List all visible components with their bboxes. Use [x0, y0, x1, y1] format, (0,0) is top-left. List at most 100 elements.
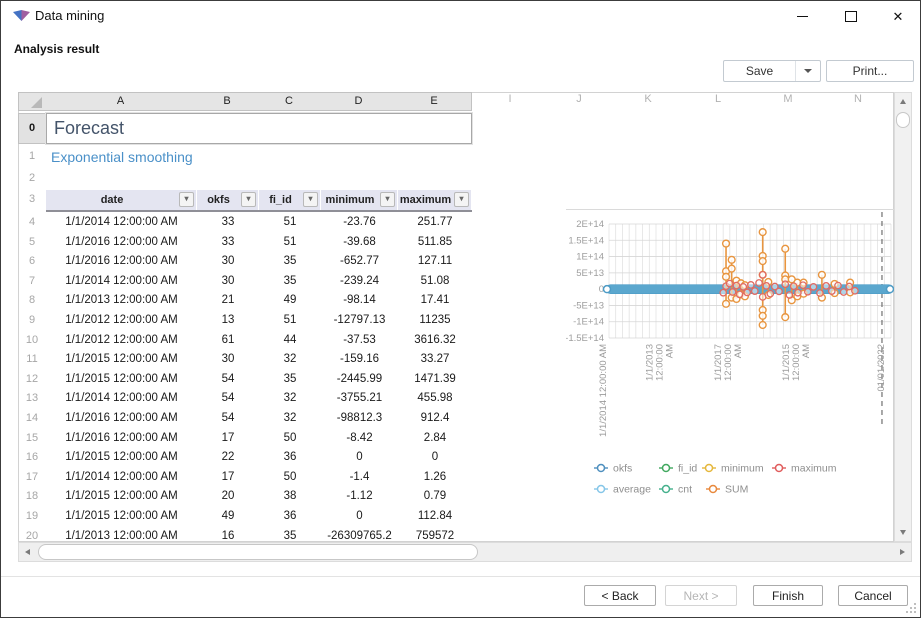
row-header[interactable]: 15	[18, 428, 46, 448]
scroll-left-button[interactable]	[19, 543, 36, 561]
field-header-maximum[interactable]: maximum▾	[398, 190, 472, 210]
save-dropdown-arrow-icon[interactable]	[796, 69, 820, 73]
row-header-0[interactable]: 0	[18, 113, 46, 144]
column-letter-M: M	[768, 93, 808, 105]
svg-text:-1.5E+14: -1.5E+14	[566, 333, 604, 344]
table-row: 191/1/2015 12:00:00 AM49360112.84	[18, 506, 472, 526]
table-row: 131/1/2014 12:00:00 AM5432-3755.21455.98	[18, 388, 472, 408]
row-header[interactable]: 19	[18, 506, 46, 526]
row-header[interactable]: 16	[18, 447, 46, 467]
field-header-fi_id[interactable]: fi_id▾	[259, 190, 321, 210]
table-cell: 17	[197, 428, 259, 448]
table-row: 101/1/2012 12:00:00 AM6144-37.533616.32	[18, 330, 472, 350]
column-letter-C[interactable]: C	[258, 92, 321, 111]
table-cell: 17.41	[398, 290, 472, 310]
print-button[interactable]: Print...	[826, 60, 914, 82]
row-header-3[interactable]: 3	[18, 193, 46, 205]
field-header-label: date	[101, 194, 124, 206]
vertical-scrollbar[interactable]	[894, 92, 912, 542]
next-button[interactable]: Next >	[665, 585, 737, 606]
table-cell: 1/1/2015 12:00:00 AM	[46, 447, 197, 467]
back-button[interactable]: < Back	[584, 585, 656, 606]
field-header-minimum[interactable]: minimum▾	[321, 190, 398, 210]
column-letter-A[interactable]: A	[45, 92, 197, 111]
horizontal-scroll-thumb[interactable]	[38, 544, 478, 560]
table-cell: -8.42	[321, 428, 398, 448]
method-subtitle-cell[interactable]: Exponential smoothing	[51, 149, 193, 165]
table-cell: 50	[259, 428, 321, 448]
svg-text:fi_id: fi_id	[678, 463, 697, 475]
table-row: 181/1/2015 12:00:00 AM2038-1.120.79	[18, 486, 472, 506]
table-row: 201/1/2013 12:00:00 AM1635-26309765.2759…	[18, 526, 472, 542]
field-header-okfs[interactable]: okfs ▾	[197, 190, 259, 210]
page-title: Analysis result	[14, 42, 99, 56]
stem-series	[723, 229, 854, 329]
x-axis-labels: 1/1/2014 12:00:00 AM1/1/201312:00:00AM1/…	[598, 344, 887, 437]
vertical-scroll-thumb[interactable]	[896, 112, 910, 128]
filter-dropdown-okfs[interactable]: ▾	[241, 192, 256, 207]
table-cell: 44	[259, 330, 321, 350]
column-letter-B[interactable]: B	[196, 92, 259, 111]
resize-grip[interactable]	[904, 601, 916, 613]
row-header[interactable]: 4	[18, 212, 46, 232]
filter-dropdown-date[interactable]: ▾	[179, 192, 194, 207]
table-cell: 1/1/2014 12:00:00 AM	[46, 388, 197, 408]
finish-button[interactable]: Finish	[753, 585, 823, 606]
y-axis-labels: 2E+141.5E+141E+145E+130-5E+13-1E+14-1.5E…	[566, 219, 604, 344]
svg-text:AM: AM	[733, 344, 744, 358]
row-header-2[interactable]: 2	[18, 172, 46, 184]
minimize-button[interactable]	[785, 1, 819, 31]
titlebar[interactable]: Data mining ✕	[1, 1, 920, 31]
grid-corner-cell[interactable]	[18, 92, 46, 111]
save-button[interactable]: Save	[723, 60, 821, 82]
table-cell: 1/1/2013 12:00:00 AM	[46, 290, 197, 310]
forecast-title-cell[interactable]: Forecast	[46, 113, 472, 144]
cancel-button[interactable]: Cancel	[838, 585, 908, 606]
row-header[interactable]: 10	[18, 330, 46, 350]
table-cell: -98.14	[321, 290, 398, 310]
table-cell: -26309765.2	[321, 526, 398, 542]
row-header[interactable]: 13	[18, 388, 46, 408]
table-cell: 1/1/2012 12:00:00 AM	[46, 330, 197, 350]
field-header-date[interactable]: date ▾	[46, 190, 197, 210]
row-header[interactable]: 5	[18, 232, 46, 252]
svg-text:5E+13: 5E+13	[576, 268, 604, 279]
table-cell: 112.84	[398, 506, 472, 526]
row-header[interactable]: 18	[18, 486, 46, 506]
table-cell: 511.85	[398, 232, 472, 252]
column-letter-E[interactable]: E	[397, 92, 472, 111]
table-cell: 0	[398, 447, 472, 467]
field-header-label: okfs	[207, 194, 230, 206]
row-header[interactable]: 14	[18, 408, 46, 428]
table-cell: 33	[197, 232, 259, 252]
app-icon	[13, 10, 30, 23]
row-header-1[interactable]: 1	[18, 150, 46, 162]
svg-text:average: average	[613, 484, 651, 496]
row-header[interactable]: 8	[18, 290, 46, 310]
table-cell: -159.16	[321, 349, 398, 369]
table-cell: 30	[197, 271, 259, 291]
filter-dropdown-fi_id[interactable]: ▾	[303, 192, 318, 207]
filter-dropdown-maximum[interactable]: ▾	[454, 192, 469, 207]
scroll-right-button[interactable]	[894, 543, 911, 561]
table-cell: 35	[259, 271, 321, 291]
horizontal-scrollbar[interactable]	[18, 542, 912, 562]
row-header[interactable]: 9	[18, 310, 46, 330]
legend-item-cnt: cnt	[659, 484, 692, 496]
row-header[interactable]: 17	[18, 467, 46, 487]
scroll-up-button[interactable]	[895, 93, 911, 110]
row-header[interactable]: 6	[18, 251, 46, 271]
table-row: 111/1/2015 12:00:00 AM3032-159.1633.27	[18, 349, 472, 369]
table-cell: 30	[197, 349, 259, 369]
table-row: 171/1/2014 12:00:00 AM1750-1.41.26	[18, 467, 472, 487]
row-header[interactable]: 12	[18, 369, 46, 389]
filter-dropdown-minimum[interactable]: ▾	[380, 192, 395, 207]
svg-text:maximum: maximum	[791, 463, 837, 475]
scroll-down-button[interactable]	[895, 524, 911, 541]
maximize-button[interactable]	[834, 1, 868, 31]
column-letter-D[interactable]: D	[320, 92, 398, 111]
row-header[interactable]: 7	[18, 271, 46, 291]
row-header[interactable]: 11	[18, 349, 46, 369]
row-header[interactable]: 20	[18, 526, 46, 542]
close-button[interactable]: ✕	[881, 1, 915, 31]
